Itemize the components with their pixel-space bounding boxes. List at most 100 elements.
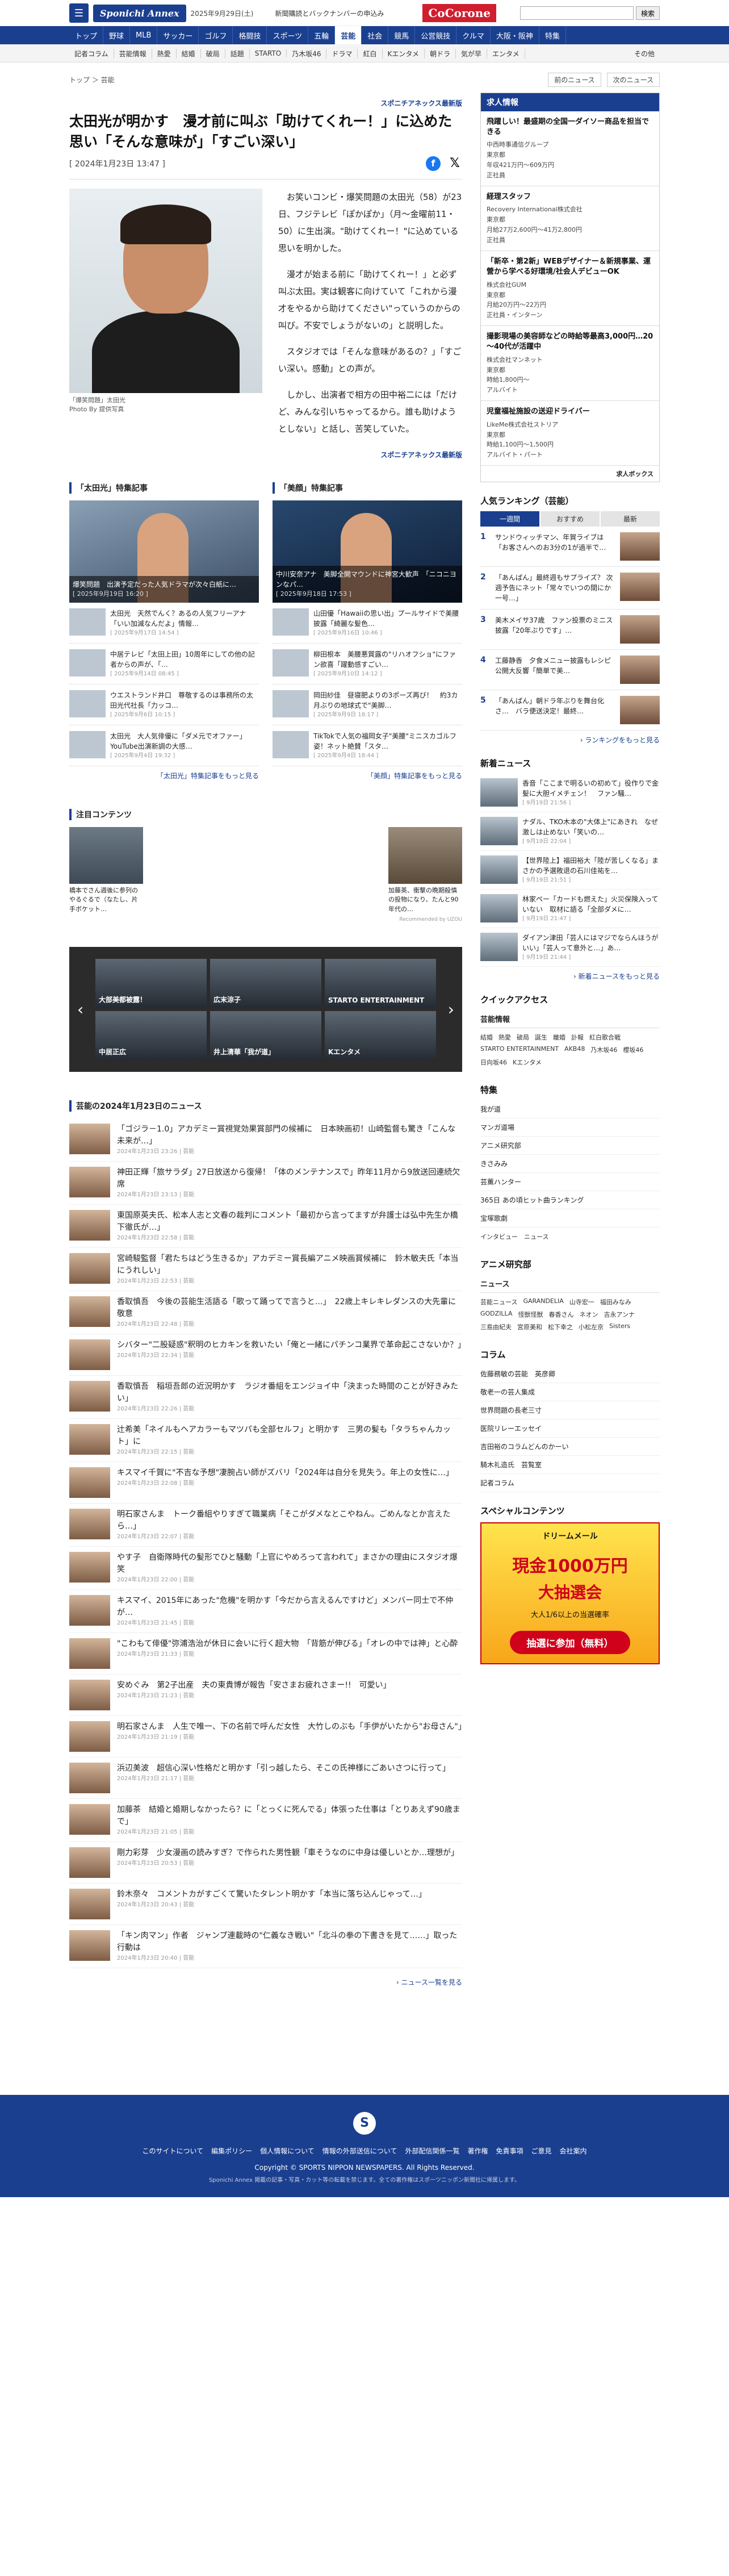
anime-tag[interactable]: 三島由紀夫 <box>480 1322 512 1331</box>
news-list-item[interactable]: 「ゴジラ－1.0」アカデミー賞視覚効果賞部門の候補に 日本映画初！山崎監督も驚き… <box>69 1118 462 1162</box>
news-list-item[interactable]: 辻希美「ネイルもヘアカラーもマツパも全部セルフ」と明かす 三男の髪も「タラちゃん… <box>69 1419 462 1462</box>
footer-link[interactable]: 個人情報について <box>260 2146 315 2156</box>
quick-tag[interactable]: 破局 <box>517 1033 529 1042</box>
quick-access-head[interactable]: 芸能情報 <box>480 1010 660 1029</box>
news-list-item[interactable]: キスマイ千賀に"不吉な予想"凄腕占い師がズバリ「2024年は自分を見失う。年上の… <box>69 1462 462 1504</box>
site-logo[interactable]: Sponichi Annex <box>93 4 186 22</box>
anime-tag[interactable]: Sisters <box>609 1322 630 1331</box>
feature-more-link[interactable]: 「美顔」特集記事をもっと見る <box>273 771 462 780</box>
news-list-more-link[interactable]: › ニュース一覧を見る <box>69 1977 462 1987</box>
column-row[interactable]: 敬老一の芸人集成 <box>480 1383 660 1402</box>
ranking-item[interactable]: 2 「あんぱん」最終週もサプライズ？ 次週予告にネット「常々でいつの間にか一号…」 <box>480 567 660 610</box>
ranking-more-link[interactable]: › ランキングをもっと見る <box>480 735 660 745</box>
subnav-item[interactable]: 熱愛 <box>152 48 177 59</box>
new-news-item[interactable]: 香音「ここまで明るいの初めて」役作りで金髪に大胆イメチェン！ ファン騒… [ 9月… <box>480 774 660 813</box>
anime-tag[interactable]: 山寺宏一 <box>569 1297 594 1306</box>
ranking-item[interactable]: 1 サンドウィッチマン、年賀ライブは「お客さんへのお3分の1が過半で… <box>480 527 660 567</box>
breadcrumb[interactable]: トップ ＞ 芸能 <box>69 75 115 85</box>
carousel-cell[interactable]: 広末涼子 <box>210 958 321 1008</box>
nav-item[interactable]: トップ <box>69 26 104 44</box>
carousel-prev-icon[interactable]: ‹ <box>77 1000 83 1018</box>
new-news-item[interactable]: 林家ペー「カードも燃えた」火災保険入っていない 取材に語る「全部ダメに… [ 9月… <box>480 890 660 929</box>
quick-tag[interactable]: 日向坂46 <box>480 1058 507 1067</box>
quick-tag[interactable]: 乃木坂46 <box>590 1045 617 1054</box>
job-item[interactable]: 飛躍しい！最盛期の全国一ダイソー商品を担当できる 中西時事通信グループ 東京都 年収… <box>481 111 659 187</box>
column-row[interactable]: 騎木礼造氏 芸覧室 <box>480 1456 660 1475</box>
subnav-item[interactable]: 芸能情報 <box>114 48 152 59</box>
carousel-cell[interactable]: Kエンタメ <box>325 1011 436 1060</box>
news-list-item[interactable]: "こわもて俳優"弥浦浩治が休日に会いに行く超大物 「背筋が伸びる」「オレの中では… <box>69 1633 462 1675</box>
job-item[interactable]: 児童福祉施設の送迎ドライバー LikeMe株式会社ストリア 東京都 時給1,100円… <box>481 401 659 466</box>
subscription-link[interactable]: 新聞購読とバックナンバーの申込み <box>275 9 384 18</box>
search-input[interactable] <box>519 6 634 20</box>
feature-list-item[interactable]: 柳田根本 美腰悪質露の"リハオフショ"にファン欲喜「躍動感すごい…[ 2025年… <box>273 644 462 684</box>
job-item[interactable]: 「新卒・第2新」WEBデザイナー＆新規事業、運營から学べる好環境/社会人デビュー… <box>481 251 659 327</box>
feature-list-item[interactable]: TikTokで人気の福岡女子"美腰"ミニスカゴルフ姿！ネット絶賛「スタ… [ 20… <box>273 725 462 766</box>
ranking-item[interactable]: 5 「あんぱん」朝ドラ年ぶりを舞台化さ… バラ便送決定！最終… <box>480 690 660 731</box>
quick-tag[interactable]: 熱愛 <box>498 1033 511 1042</box>
nav-item[interactable]: 五輪 <box>308 26 336 44</box>
recommend-item[interactable]: 橋本でさん週後に参列のやるぐるで（なたし、片手ボケット… <box>69 826 143 924</box>
anime-tag[interactable]: GODZILLA <box>480 1310 512 1319</box>
subnav-item[interactable]: ドラマ <box>326 48 358 59</box>
footer-link[interactable]: 免責事項 <box>496 2146 523 2156</box>
job-item[interactable]: 経理スタッフ Recovery International株式会社 東京都 月給27… <box>481 186 659 252</box>
subnav-item[interactable]: Kエンタメ <box>383 48 425 59</box>
special-row[interactable]: 我が道 <box>480 1100 660 1119</box>
new-news-more-link[interactable]: › 新着ニュースをもっと見る <box>480 971 660 981</box>
nav-item[interactable]: 公営競技 <box>415 26 457 44</box>
news-list-item[interactable]: 香取慎吾 今後の芸能生活語る「歌って踊ってで言うと…」 22歳上キレキレダンスの… <box>69 1291 462 1334</box>
feature-list-item[interactable]: 太田光 大人気俳優に「ダメ元でオファー」YouTube出演新調の大感… [ 202… <box>69 725 259 766</box>
special-tags[interactable]: インタビュー ニュース <box>480 1228 660 1246</box>
news-list-item[interactable]: 安めぐみ 第2子出産 夫の東貴博が報告「安さまお疲れさまー!! 可愛い」 2024… <box>69 1675 462 1716</box>
prev-news-button[interactable]: 前のニュース <box>548 73 601 87</box>
nav-item[interactable]: クルマ <box>456 26 491 44</box>
column-row[interactable]: 佐藤務敏の芸能 英彦卿 <box>480 1365 660 1384</box>
footer-link[interactable]: 著作権 <box>467 2146 488 2156</box>
subnav-more-button[interactable]: その他 <box>629 49 660 59</box>
lottery-banner[interactable]: ドリームメール 現金1000万円 大抽選会 大人1/6以上の当選確率 抽選に参加… <box>480 1522 660 1665</box>
ranking-item[interactable]: 4 工藤静香 夕食メニュー披露もレシピ公開大反響「簡単で美… <box>480 650 660 691</box>
source-tag[interactable]: スポニチアネックス最新版 <box>69 98 462 108</box>
anime-tag[interactable]: ネオン <box>579 1310 598 1319</box>
special-row[interactable]: マンガ道場 <box>480 1118 660 1137</box>
cocorone-logo[interactable]: CoCorone <box>422 4 497 22</box>
feature-list-item[interactable]: 岡田紗佳 昼寝肥よりの3ポーズ再び！ 約3カ月ぶりの地球式で"美脚… [ 2025… <box>273 684 462 725</box>
subnav-item[interactable]: 紅白 <box>358 48 383 59</box>
news-list-item[interactable]: 「キン肉マン」作者 ジャンプ連載時の"仁義なき戦い"「北斗の拳の下書きを見て……… <box>69 1925 462 1968</box>
footer-link[interactable]: 会社案内 <box>560 2146 587 2156</box>
end-source-tag[interactable]: スポニチアネックス最新版 <box>69 450 462 460</box>
anime-tag[interactable]: 春香さん <box>548 1310 573 1319</box>
anime-tag[interactable]: 吉永アンナ <box>604 1310 635 1319</box>
quick-tag[interactable]: 紅白歌合戦 <box>589 1033 621 1042</box>
recommend-item[interactable]: 加藤英、衝撃の晩期殺慎の投物になり、たんと90年代の… Recommended … <box>388 826 462 924</box>
nav-item[interactable]: 野球 <box>103 26 131 44</box>
special-row[interactable]: 365日 あの頃ヒット曲ランキング <box>480 1191 660 1210</box>
quick-tag[interactable]: 櫻坂46 <box>623 1045 643 1054</box>
quick-tag[interactable]: 離婚 <box>553 1033 565 1042</box>
new-news-item[interactable]: ダイアン津田「芸人にはマジでならんほうがいい」「芸人って意外と…」あ…[ 9月1… <box>480 928 660 967</box>
footer-link[interactable]: このサイトについて <box>142 2146 203 2156</box>
special-row[interactable]: きさみみ <box>480 1155 660 1174</box>
column-row[interactable]: 世界問題の長老三寸 <box>480 1401 660 1420</box>
carousel-cell[interactable]: 大部美都被露！ <box>95 958 207 1008</box>
new-news-item[interactable]: 【世界陸上】福田裕大「陸が苦しくなる」まさかの予選敗退の石川佳祐を… [ 9月19… <box>480 851 660 890</box>
special-row[interactable]: 芸薫ハンター <box>480 1173 660 1192</box>
nav-item[interactable]: サッカー <box>157 26 199 44</box>
news-list-item[interactable]: キスマイ、2015年にあった"危機"を明かす「今だから言えるんですけど」メンバー… <box>69 1590 462 1633</box>
subnav-item[interactable]: 朝ドラ <box>425 48 456 59</box>
footer-link[interactable]: 外部配信関係一覧 <box>405 2146 459 2156</box>
anime-head[interactable]: ニュース <box>480 1275 660 1293</box>
feature-list-item[interactable]: 中居テレビ「太田上田」10周年にしての他の記者からの声が、「…[ 2025年9月… <box>69 644 259 684</box>
ranking-tab[interactable]: おすすめ <box>541 511 600 527</box>
quick-tag[interactable]: AKB48 <box>564 1045 585 1054</box>
ranking-tab[interactable]: 一週間 <box>480 511 539 527</box>
nav-item[interactable]: 競馬 <box>388 26 416 44</box>
quick-tag[interactable]: 訃報 <box>571 1033 584 1042</box>
news-list-item[interactable]: 香取慎吾 稲垣吾郎の近況明かす ラジオ番組をエンジョイ中「決まった時間のことが好… <box>69 1376 462 1419</box>
column-row[interactable]: 医院リレーエッセイ <box>480 1419 660 1438</box>
ranking-item[interactable]: 3 美木メイサ37歳 ファン投票のミニス披露「20年ぶりです」… <box>480 609 660 650</box>
news-list-item[interactable]: 明石家さんま 人生で唯一、下の名前で呼んだ女性 大竹しのぶも「手伊がいたから"お… <box>69 1716 466 1757</box>
footer-link[interactable]: ご意見 <box>531 2146 552 2156</box>
nav-item[interactable]: ゴルフ <box>199 26 233 44</box>
